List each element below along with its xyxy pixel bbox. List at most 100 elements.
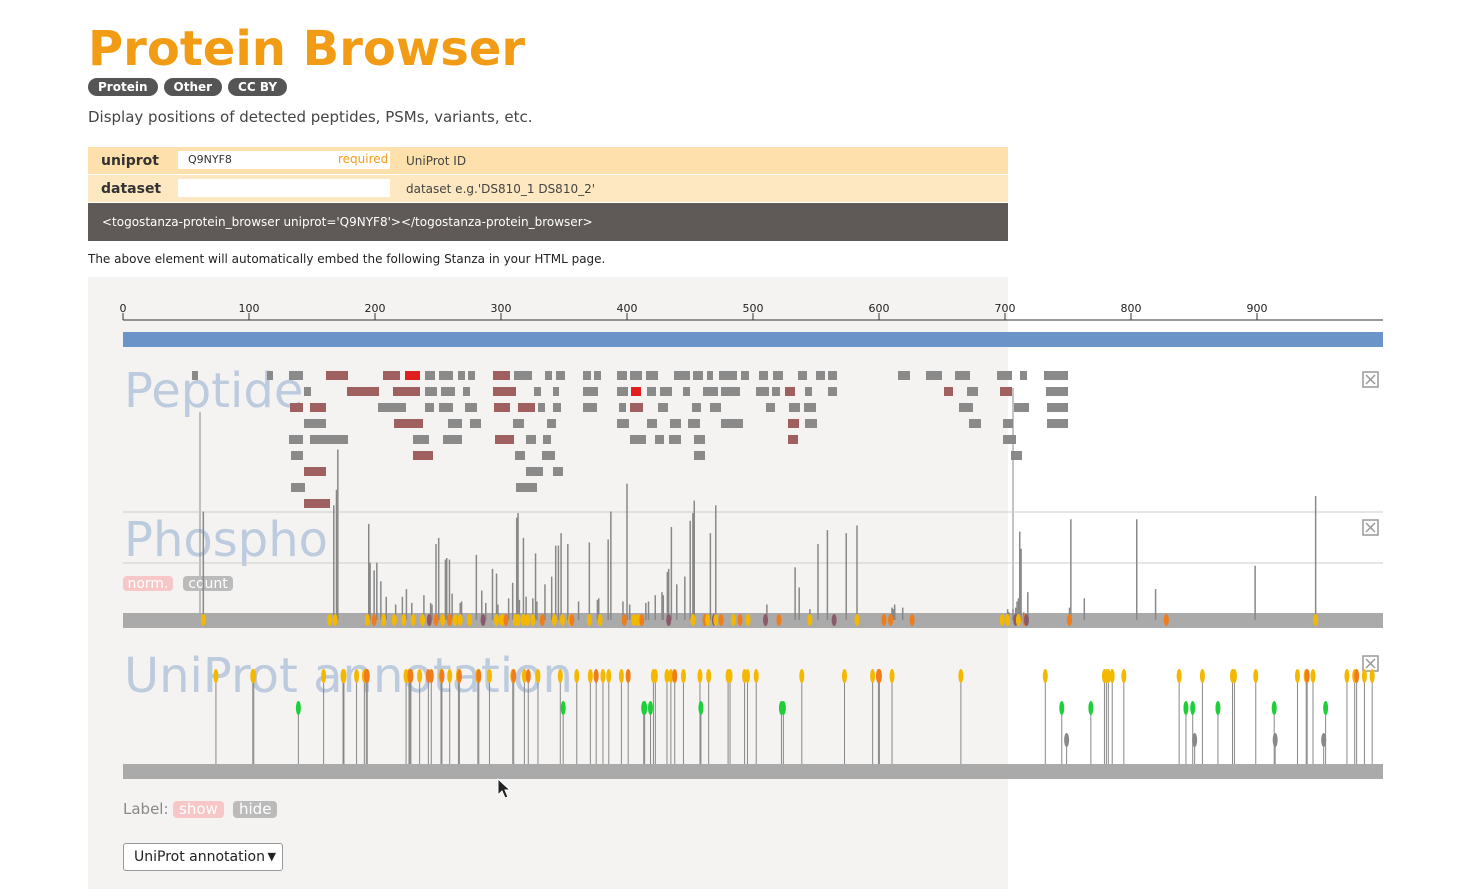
peptide-bar[interactable] xyxy=(674,371,690,380)
peptide-bar[interactable] xyxy=(944,387,953,396)
annotation-marker[interactable] xyxy=(697,669,703,683)
annotation-marker[interactable] xyxy=(593,669,599,683)
peptide-bar[interactable] xyxy=(425,371,435,380)
annotation-marker[interactable] xyxy=(1042,669,1048,683)
peptide-bar[interactable] xyxy=(393,387,420,396)
phospho-marker[interactable] xyxy=(364,614,370,626)
peptide-bar[interactable] xyxy=(805,387,812,396)
annotation-marker[interactable] xyxy=(428,669,434,683)
phospho-marker[interactable] xyxy=(586,614,592,626)
annotation-marker[interactable] xyxy=(1121,669,1127,683)
peptide-bar[interactable] xyxy=(926,371,942,380)
peptide-bar[interactable] xyxy=(326,371,348,380)
peptide-bar[interactable] xyxy=(816,371,825,380)
peptide-bar[interactable] xyxy=(804,403,816,412)
annotation-marker[interactable] xyxy=(213,669,219,683)
phospho-marker[interactable] xyxy=(332,614,338,626)
phospho-marker[interactable] xyxy=(854,614,860,626)
peptide-bar[interactable] xyxy=(693,371,703,380)
phospho-marker[interactable] xyxy=(327,614,333,626)
peptide-bar[interactable] xyxy=(785,387,795,396)
peptide-bar[interactable] xyxy=(773,371,783,380)
annotation-marker[interactable] xyxy=(447,669,453,683)
phospho-marker[interactable] xyxy=(888,614,894,626)
peptide-bar[interactable] xyxy=(997,371,1012,380)
annotation-marker[interactable] xyxy=(1304,669,1310,683)
peptide-bar[interactable] xyxy=(439,371,453,380)
phospho-marker[interactable] xyxy=(551,614,557,626)
annotation-marker[interactable] xyxy=(647,701,653,715)
peptide-bar[interactable] xyxy=(630,435,646,444)
peptide-bar[interactable] xyxy=(694,435,705,444)
annotation-marker[interactable] xyxy=(780,701,786,715)
peptide-bar[interactable] xyxy=(304,387,311,396)
peptide-bar[interactable] xyxy=(583,403,597,412)
annotation-marker[interactable] xyxy=(1109,669,1115,683)
peptide-bar[interactable] xyxy=(1020,371,1027,380)
peptide-bar[interactable] xyxy=(468,371,475,380)
peptide-bar[interactable] xyxy=(647,387,656,396)
annotation-marker[interactable] xyxy=(1088,701,1094,715)
peptide-bar[interactable] xyxy=(378,403,406,412)
phospho-marker[interactable] xyxy=(371,614,377,626)
annotation-marker[interactable] xyxy=(1294,669,1300,683)
peptide-bar[interactable] xyxy=(304,467,326,476)
annotation-marker[interactable] xyxy=(1344,669,1350,683)
phospho-marker[interactable] xyxy=(1023,614,1029,626)
peptide-bar[interactable] xyxy=(619,403,626,412)
phospho-marker[interactable] xyxy=(426,614,432,626)
phospho-marker[interactable] xyxy=(881,614,887,626)
peptide-bar[interactable] xyxy=(289,435,303,444)
phospho-marker[interactable] xyxy=(763,614,769,626)
annotation-marker[interactable] xyxy=(1064,733,1070,747)
peptide-bar[interactable] xyxy=(493,387,516,396)
peptide-bar[interactable] xyxy=(518,403,535,412)
peptide-bar[interactable] xyxy=(553,403,561,412)
annotation-marker[interactable] xyxy=(1369,669,1375,683)
peptide-bar[interactable] xyxy=(647,419,657,428)
annotation-marker[interactable] xyxy=(1059,701,1065,715)
annotation-marker[interactable] xyxy=(560,701,566,715)
peptide-bar[interactable] xyxy=(448,419,462,428)
peptide-bar[interactable] xyxy=(310,435,348,444)
peptide-bar[interactable] xyxy=(267,371,273,380)
annotation-marker[interactable] xyxy=(511,669,517,683)
peptide-bar[interactable] xyxy=(959,403,973,412)
phospho-marker[interactable] xyxy=(467,614,473,626)
peptide-bar[interactable] xyxy=(703,387,718,396)
annotation-marker[interactable] xyxy=(476,669,482,683)
phospho-marker[interactable] xyxy=(807,614,813,626)
phospho-marker[interactable] xyxy=(452,614,458,626)
annotation-marker[interactable] xyxy=(1361,669,1367,683)
peptide-bar[interactable] xyxy=(694,451,705,460)
phospho-marker[interactable] xyxy=(446,614,452,626)
phospho-marker[interactable] xyxy=(999,614,1005,626)
phospho-marker[interactable] xyxy=(391,614,397,626)
peptide-bar[interactable] xyxy=(617,419,629,428)
peptide-bar[interactable] xyxy=(413,435,429,444)
peptide-bar[interactable] xyxy=(788,419,799,428)
peptide-bar[interactable] xyxy=(828,387,837,396)
annotation-marker[interactable] xyxy=(958,669,964,683)
annotation-marker[interactable] xyxy=(408,669,414,683)
peptide-bar[interactable] xyxy=(646,371,658,380)
peptide-bar[interactable] xyxy=(789,403,800,412)
peptide-bar[interactable] xyxy=(542,451,555,460)
annotation-marker[interactable] xyxy=(1253,669,1259,683)
annotation-marker[interactable] xyxy=(680,669,686,683)
annotation-marker[interactable] xyxy=(799,669,805,683)
peptide-bar[interactable] xyxy=(1003,419,1013,428)
annotation-marker[interactable] xyxy=(439,669,445,683)
peptide-bar[interactable] xyxy=(534,387,541,396)
annotation-marker[interactable] xyxy=(1231,669,1237,683)
annotation-marker[interactable] xyxy=(417,669,423,683)
peptide-bar[interactable] xyxy=(383,371,400,380)
peptide-bar[interactable] xyxy=(465,403,477,412)
phospho-marker[interactable] xyxy=(666,614,672,626)
peptide-bar[interactable] xyxy=(766,403,775,412)
annotation-marker[interactable] xyxy=(354,669,360,683)
peptide-bar[interactable] xyxy=(291,451,303,460)
peptide-bar[interactable] xyxy=(658,403,668,412)
phospho-marker[interactable] xyxy=(705,614,711,626)
annotation-marker[interactable] xyxy=(889,669,895,683)
